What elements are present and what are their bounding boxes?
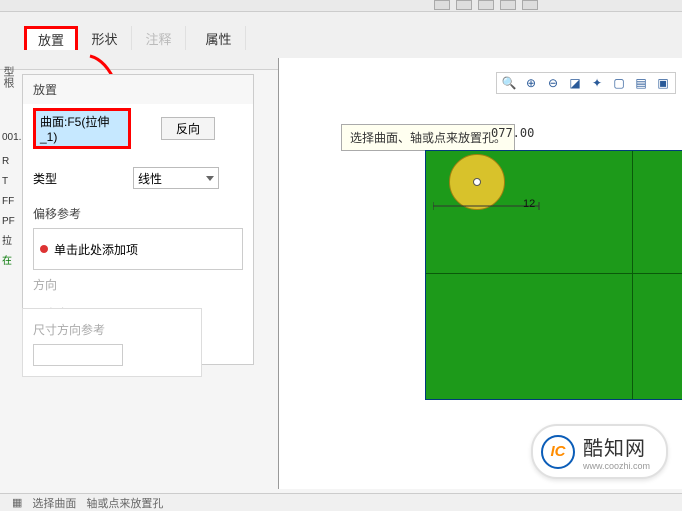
- info-icon[interactable]: [456, 0, 472, 10]
- dim-dir-panel: 尺寸方向参考: [22, 308, 202, 377]
- zoom-fit-icon[interactable]: ⊕: [522, 74, 540, 92]
- top-controls: [434, 0, 682, 12]
- tab-shape[interactable]: 形状: [78, 26, 132, 50]
- layers-icon[interactable]: ▤: [632, 74, 650, 92]
- dim-dir-label: 尺寸方向参考: [33, 315, 191, 344]
- dimension-diameter: 12: [523, 198, 535, 210]
- pause-icon[interactable]: [434, 0, 450, 10]
- status-icon: ▦: [12, 496, 22, 509]
- vertical-axis: [632, 151, 633, 399]
- zoom-out-icon[interactable]: ⊖: [544, 74, 562, 92]
- type-select[interactable]: 线性: [133, 167, 219, 189]
- direction-label: 方向: [33, 270, 243, 299]
- add-item-text: 单击此处添加项: [54, 241, 138, 258]
- tab-properties[interactable]: 属性: [192, 26, 246, 50]
- zoom-in-icon[interactable]: 🔍: [500, 74, 518, 92]
- type-value: 线性: [138, 170, 162, 187]
- save-view-icon[interactable]: ▣: [654, 74, 672, 92]
- watermark: IC 酷知网 www.coozhi.com: [531, 424, 668, 479]
- dim-dir-input[interactable]: [33, 344, 123, 366]
- bullet-icon: [40, 245, 48, 253]
- horizontal-axis: [426, 273, 682, 274]
- view-toolbar: 🔍 ⊕ ⊖ ◪ ✦ ▢ ▤ ▣: [496, 72, 676, 94]
- watermark-name: 酷知网: [583, 432, 650, 461]
- hole-center-icon: [473, 178, 481, 186]
- close-icon[interactable]: [522, 0, 538, 10]
- status-bar: ▦ 选择曲面 轴或点来放置孔: [0, 493, 682, 511]
- model-tree-label: 型根: [0, 58, 16, 88]
- shade-icon[interactable]: ◪: [566, 74, 584, 92]
- watermark-logo-icon: IC: [541, 435, 575, 469]
- spin-icon[interactable]: ✦: [588, 74, 606, 92]
- status-text-b: 轴或点来放置孔: [86, 495, 163, 511]
- tab-annotate: 注释: [132, 26, 186, 50]
- offset-ref-add[interactable]: 单击此处添加项: [33, 228, 243, 270]
- placement-surface-field[interactable]: 曲面:F5(拉伸_1): [33, 108, 131, 149]
- tree-extrude1[interactable]: 拉: [2, 232, 20, 252]
- reverse-button[interactable]: 反向: [161, 117, 215, 140]
- tree-ff[interactable]: FF: [2, 192, 20, 212]
- tree-pf[interactable]: PF: [2, 212, 20, 232]
- tree-extrude2[interactable]: 在: [2, 252, 20, 272]
- box-icon[interactable]: ▢: [610, 74, 628, 92]
- refresh-icon[interactable]: [478, 0, 494, 10]
- tree-file[interactable]: 001.P: [2, 128, 20, 148]
- offset-ref-label: 偏移参考: [33, 199, 243, 228]
- watermark-url: www.coozhi.com: [583, 461, 650, 471]
- panel-header: 放置: [23, 75, 253, 104]
- left-strip: 型根: [0, 58, 20, 88]
- tab-place[interactable]: 放置: [24, 26, 78, 50]
- type-label: 类型: [33, 170, 57, 187]
- chevron-down-icon: [206, 176, 214, 181]
- tree-r[interactable]: R: [2, 152, 20, 172]
- status-text-a: 选择曲面: [32, 495, 76, 511]
- tree-t[interactable]: T: [2, 172, 20, 192]
- viewport-tooltip: 选择曲面、轴或点来放置孔。: [341, 124, 515, 151]
- dimension-z: 077.00: [491, 126, 534, 140]
- check-icon[interactable]: [500, 0, 516, 10]
